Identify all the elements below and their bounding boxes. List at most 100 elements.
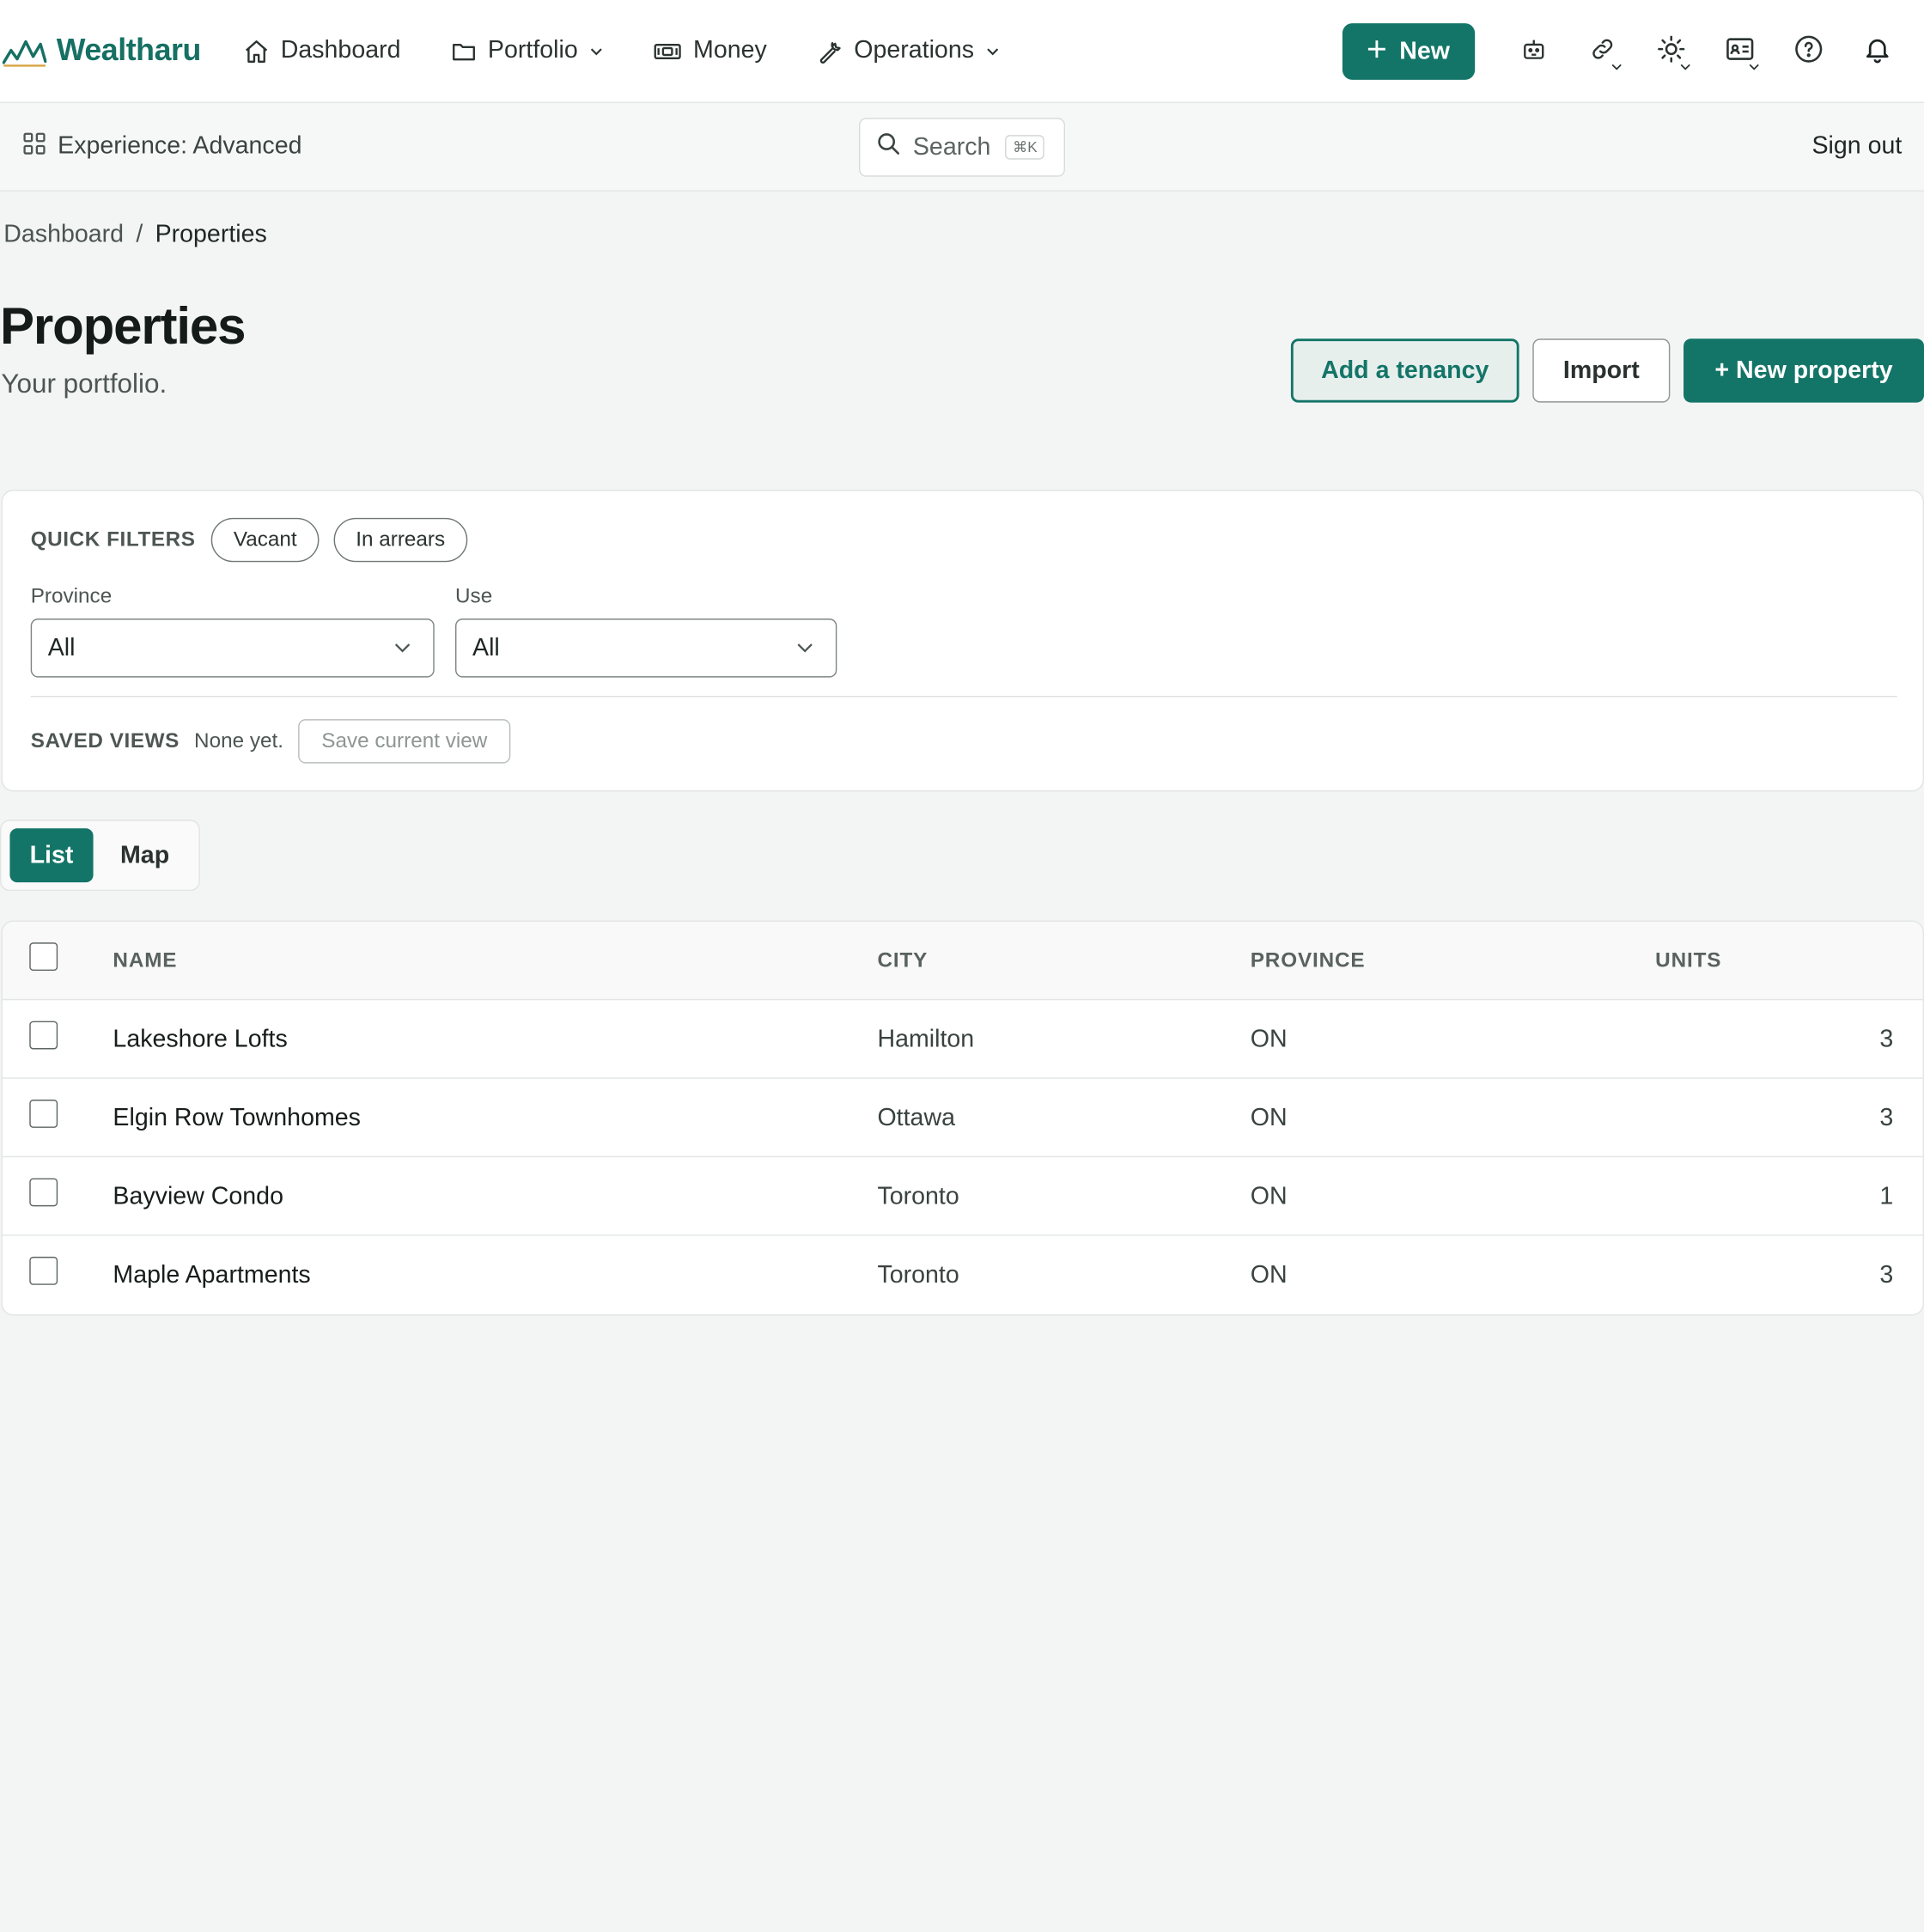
nav-item-operations[interactable]: Operations	[816, 37, 1000, 65]
home-icon	[242, 38, 269, 64]
add-tenancy-button[interactable]: Add a tenancy	[1290, 338, 1519, 403]
province-select-value: All	[47, 633, 76, 661]
breadcrumb-current: Properties	[155, 221, 267, 248]
experience-switcher[interactable]: Experience: Advanced	[22, 131, 302, 162]
province-label: Province	[30, 584, 113, 608]
property-city: Hamilton	[877, 1025, 975, 1053]
nav-item-money[interactable]: Money	[653, 37, 767, 65]
bell-icon	[1863, 34, 1892, 69]
search-shortcut: ⌘K	[1005, 135, 1045, 160]
nav-item-label: Portfolio	[487, 36, 578, 64]
property-name-link[interactable]: Bayview Condo	[113, 1157, 283, 1235]
view-toggle: List Map	[0, 820, 200, 892]
nav-actions: New	[1342, 23, 1912, 80]
use-select[interactable]: All	[455, 619, 837, 678]
property-province: ON	[1250, 1025, 1288, 1053]
province-select[interactable]: All	[30, 619, 435, 678]
breadcrumb: Dashboard / Properties	[3, 221, 267, 249]
help-icon	[1794, 34, 1824, 69]
links-menu-button[interactable]	[1568, 23, 1637, 80]
brand-logo-icon	[2, 35, 47, 67]
chevron-down-icon	[985, 44, 1000, 58]
table-row[interactable]: Bayview Condo Toronto ON 1	[2, 1157, 1923, 1236]
table-row[interactable]: Maple Apartments Toronto ON 3	[3, 1236, 1923, 1314]
notifications-button[interactable]	[1843, 23, 1912, 80]
nav-item-label: Dashboard	[280, 36, 401, 64]
wrench-icon	[816, 38, 843, 64]
filter-chip-vacant[interactable]: Vacant	[211, 517, 320, 563]
row-checkbox[interactable]	[29, 1021, 58, 1050]
table-row[interactable]: Lakeshore Lofts Hamilton ON 3	[2, 1000, 1923, 1079]
quick-filters: QUICK FILTERS Vacant In arrears	[31, 517, 467, 563]
use-label: Use	[455, 584, 493, 608]
row-checkbox[interactable]	[29, 1178, 58, 1207]
property-name-link[interactable]: Lakeshore Lofts	[113, 1000, 287, 1078]
nav-item-portfolio[interactable]: Portfolio	[450, 37, 604, 65]
help-button[interactable]	[1775, 23, 1843, 80]
chevron-down-icon	[1611, 55, 1623, 77]
new-button[interactable]: New	[1342, 23, 1476, 80]
main-nav: Dashboard Portfolio Money Operations	[242, 37, 1000, 65]
property-units: 1	[1879, 1182, 1894, 1210]
chevron-down-icon	[1680, 55, 1691, 77]
column-header-name[interactable]: NAME	[113, 922, 177, 1000]
tab-list[interactable]: List	[9, 828, 94, 883]
page-subtitle: Your portfolio.	[1, 368, 167, 399]
chevron-down-icon	[1749, 55, 1760, 77]
property-city: Toronto	[877, 1260, 959, 1289]
search-button[interactable]: Search ⌘K	[859, 118, 1066, 177]
property-province: ON	[1250, 1260, 1288, 1289]
brand-name: Wealtharu	[56, 33, 202, 68]
property-name-link[interactable]: Elgin Row Townhomes	[113, 1079, 361, 1157]
folder-icon	[450, 38, 477, 64]
table-header: NAME CITY PROVINCE UNITS	[2, 921, 1923, 1001]
filter-chip-in-arrears[interactable]: In arrears	[333, 517, 467, 563]
sign-out-link[interactable]: Sign out	[1811, 132, 1902, 161]
plus-icon	[1367, 38, 1387, 66]
banknote-icon	[653, 38, 682, 64]
table-row[interactable]: Elgin Row Townhomes Ottawa ON 3	[2, 1079, 1923, 1158]
property-name-link[interactable]: Maple Apartments	[113, 1236, 310, 1314]
breadcrumb-separator: /	[136, 221, 143, 248]
breadcrumb-dashboard[interactable]: Dashboard	[3, 221, 124, 249]
row-checkbox[interactable]	[29, 1100, 58, 1128]
chevron-down-icon	[394, 643, 411, 653]
theme-menu-button[interactable]	[1637, 23, 1706, 80]
tab-map[interactable]: Map	[100, 828, 189, 882]
new-property-button[interactable]: + New property	[1684, 338, 1924, 403]
nav-item-label: Money	[693, 36, 767, 64]
import-button[interactable]: Import	[1532, 338, 1671, 403]
grid-icon	[22, 131, 47, 162]
properties-table: NAME CITY PROVINCE UNITS Lakeshore Lofts…	[1, 920, 1924, 1316]
divider	[30, 696, 1897, 698]
experience-label: Experience: Advanced	[58, 132, 302, 160]
saved-views-label: SAVED VIEWS	[30, 728, 180, 753]
column-header-units[interactable]: UNITS	[1655, 922, 1721, 1000]
column-header-city[interactable]: CITY	[877, 922, 928, 1000]
property-province: ON	[1250, 1182, 1288, 1210]
column-header-province[interactable]: PROVINCE	[1251, 922, 1366, 1000]
property-units: 3	[1879, 1025, 1894, 1053]
brand[interactable]: Wealtharu	[2, 33, 202, 69]
use-select-value: All	[472, 633, 500, 661]
property-units: 3	[1879, 1260, 1894, 1289]
sub-toolbar: Experience: Advanced Search ⌘K Sign out	[0, 103, 1924, 192]
property-units: 3	[1879, 1104, 1894, 1131]
save-current-view-button[interactable]: Save current view	[298, 719, 511, 764]
property-city: Ottawa	[877, 1104, 955, 1131]
saved-views: SAVED VIEWS None yet. Save current view	[30, 719, 511, 764]
nav-item-label: Operations	[854, 36, 975, 64]
row-checkbox[interactable]	[29, 1256, 58, 1285]
select-all-checkbox[interactable]	[29, 942, 58, 972]
properties-page: Wealtharu Dashboard Portfolio Money Oper…	[0, 0, 1924, 1352]
chevron-down-icon	[589, 44, 604, 58]
nav-item-dashboard[interactable]: Dashboard	[242, 36, 401, 65]
robot-icon	[1520, 35, 1547, 69]
new-button-label: New	[1399, 37, 1450, 65]
search-label: Search	[912, 133, 991, 161]
property-province: ON	[1250, 1104, 1288, 1131]
search-icon	[876, 131, 901, 163]
header-actions: Add a tenancy Import + New property	[1290, 338, 1924, 403]
account-menu-button[interactable]	[1706, 23, 1775, 80]
assistant-button[interactable]	[1500, 23, 1568, 80]
